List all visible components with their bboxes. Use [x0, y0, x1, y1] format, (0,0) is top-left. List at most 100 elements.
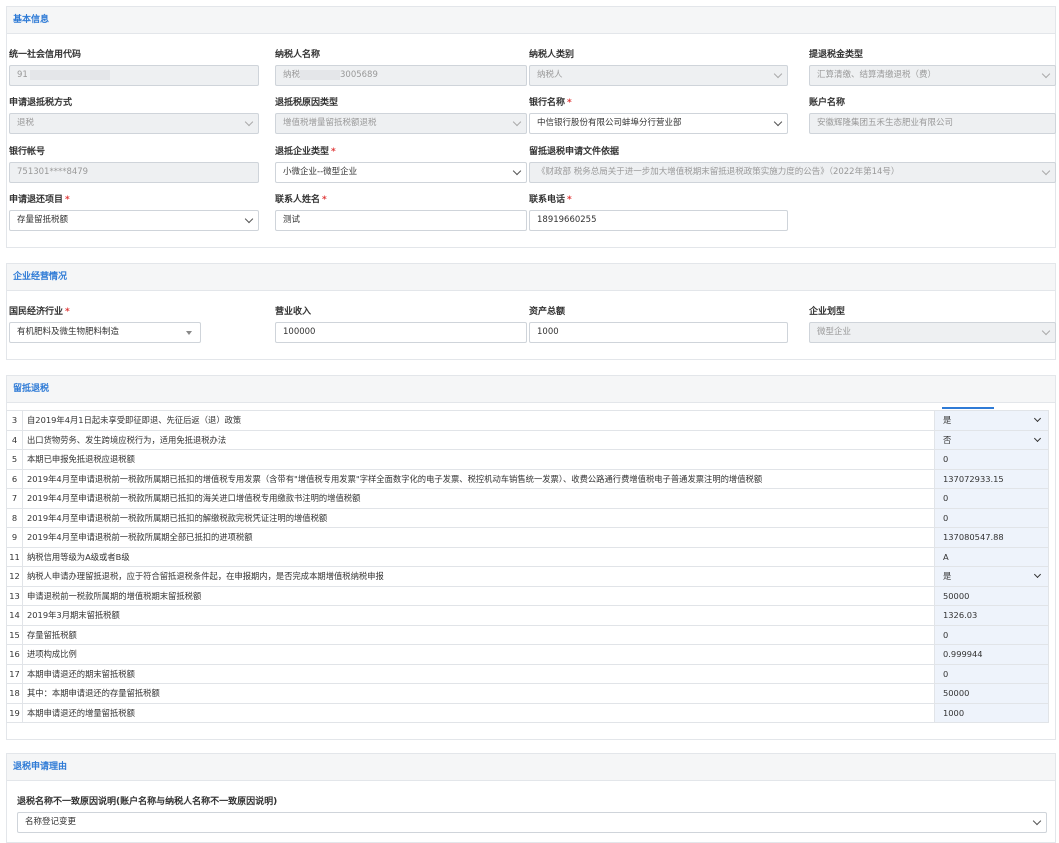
taxpayer-type-label: 纳税人类别 — [529, 50, 575, 60]
row-value-text: 0 — [943, 454, 949, 465]
bank-name-select[interactable]: 中信银行股份有限公司蚌埠分行营业部 — [529, 113, 788, 134]
contact-name-input[interactable]: 测试 — [275, 210, 527, 231]
business-panel: 企业经营情况 国民经济行业 * 有机肥料及微生物肥料制造 营业收入 100000 … — [6, 263, 1056, 360]
revenue-field: 营业收入 100000 — [275, 306, 527, 343]
row-value: A — [934, 546, 1049, 567]
row-number: 4 — [6, 429, 23, 450]
table-row: 7 2019年4月至申请退税前一税款所属期已抵扣的海关进口增值税专用缴款书注明的增… — [6, 488, 1049, 509]
assets-input[interactable]: 1000 — [529, 322, 788, 343]
row-value: 50000 — [934, 585, 1049, 606]
taxpayer-name-label: 纳税人名称 — [275, 50, 321, 60]
row-value-text: 1000 — [943, 707, 965, 718]
business-title: 企业经营情况 — [7, 264, 1055, 291]
basic-info-title: 基本信息 — [7, 7, 1055, 34]
reason-type-label: 退抵税原因类型 — [275, 98, 339, 108]
credit-code-label: 统一社会信用代码 — [9, 50, 82, 60]
reason-title: 退税申请理由 — [7, 754, 1055, 781]
bank-name-label: 银行名称 * — [529, 98, 572, 108]
assets-label: 资产总额 — [529, 307, 566, 317]
table-row: 5 本期已申报免抵退税应退税额 0 — [6, 449, 1049, 470]
industry-select[interactable]: 有机肥料及微生物肥料制造 — [9, 322, 201, 343]
refund-type-select: 汇算清缴、结算清缴退税（费） — [809, 65, 1056, 86]
row-number: 17 — [6, 663, 23, 684]
revenue-label: 营业收入 — [275, 307, 312, 317]
reason-select[interactable]: 名称登记变更 — [17, 812, 1047, 833]
industry-field: 国民经济行业 * 有机肥料及微生物肥料制造 — [9, 306, 201, 343]
row-value-text: 137072933.15 — [943, 473, 1004, 484]
contact-name-label: 联系人姓名 * — [275, 195, 327, 205]
phone-field: 联系电话 * 18919660255 — [529, 194, 788, 231]
taxpayer-type-select: 纳税人 — [529, 65, 788, 86]
row-value: 137072933.15 — [934, 468, 1049, 489]
chevron-down-icon — [1033, 434, 1042, 442]
chevron-down-icon — [512, 166, 522, 176]
refund-item-select[interactable]: 存量留抵税额 — [9, 210, 259, 231]
chevron-down-icon — [1041, 69, 1051, 79]
row-value: 50000 — [934, 683, 1049, 704]
row-number: 9 — [6, 527, 23, 548]
redacted-block — [29, 69, 110, 80]
row-value: 0.999944 — [934, 644, 1049, 665]
table-row: 19 本期申请退还的增量留抵税额 1000 — [6, 702, 1049, 723]
assets-field: 资产总额 1000 — [529, 306, 788, 343]
row-value: 137080547.88 — [934, 527, 1049, 548]
revenue-input[interactable]: 100000 — [275, 322, 527, 343]
row-description: 2019年4月至申请退税前一税款所属期已抵扣的海关进口增值税专用缴款书注明的增值… — [22, 488, 935, 509]
row-value-select[interactable]: 否 — [934, 429, 1049, 450]
row-value-text: 0 — [943, 668, 949, 679]
reason-type-field: 退抵税原因类型 增值税增量留抵税额退税 — [275, 97, 527, 134]
required-mark: * — [567, 98, 572, 108]
bank-name-field: 银行名称 * 中信银行股份有限公司蚌埠分行营业部 — [529, 97, 788, 134]
row-number: 8 — [6, 507, 23, 528]
row-number: 5 — [6, 449, 23, 470]
row-number: 15 — [6, 624, 23, 645]
required-mark: * — [65, 195, 70, 205]
taxpayer-name-input: 纳税 3005689 — [275, 65, 527, 86]
chevron-down-icon — [1032, 816, 1042, 826]
row-description: 本期申请退还的增量留抵税额 — [22, 702, 935, 723]
chevron-down-icon — [773, 69, 783, 79]
row-value-text: 0 — [943, 512, 949, 523]
enterprise-type-select[interactable]: 小微企业--微型企业 — [275, 162, 527, 183]
row-description: 进项构成比例 — [22, 644, 935, 665]
row-description: 其中：本期申请退还的存量留抵税额 — [22, 683, 935, 704]
enterprise-type-field: 退抵企业类型 * 小微企业--微型企业 — [275, 146, 527, 183]
row-value-text: 是 — [943, 571, 952, 582]
chevron-down-icon — [1041, 326, 1051, 336]
credit-code-input: 91 — [9, 65, 259, 86]
row-value: 0 — [934, 624, 1049, 645]
row-number: 3 — [6, 410, 23, 431]
basis-field: 留抵退税申请文件依据 《财政部 税务总局关于进一步加大增值税期末留抵退税政策实施… — [529, 146, 1056, 183]
row-number: 6 — [6, 468, 23, 489]
taxpayer-type-field: 纳税人类别 纳税人 — [529, 49, 788, 86]
account-name-field: 账户名称 安徽辉隆集团五禾生态肥业有限公司 — [809, 97, 1056, 134]
row-description: 2019年4月至申请退税前一税款所属期已抵扣的解缴税款完税凭证注明的增值税额 — [22, 507, 935, 528]
credit-code-field: 统一社会信用代码 91 — [9, 49, 259, 86]
row-description: 自2019年4月1日起未享受即征即退、先征后返（退）政策 — [22, 410, 935, 431]
row-value-select[interactable]: 是 — [934, 566, 1049, 587]
row-number: 14 — [6, 605, 23, 626]
row-value-text: 50000 — [943, 688, 970, 699]
enterprise-type-label: 退抵企业类型 * — [275, 147, 336, 157]
industry-label: 国民经济行业 * — [9, 307, 70, 317]
apply-method-select: 退税 — [9, 113, 259, 134]
row-number: 7 — [6, 488, 23, 509]
reason-field: 退税名称不一致原因说明(账户名称与纳税人名称不一致原因说明) 名称登记变更 — [17, 796, 1047, 833]
row-number: 16 — [6, 644, 23, 665]
redacted-block — [300, 69, 341, 80]
table-row: 4 出口货物劳务、发生跨境应税行为，适用免抵退税办法否 — [6, 429, 1049, 450]
table-row: 15 存量留抵税额 0 — [6, 624, 1049, 645]
basis-select: 《财政部 税务总局关于进一步加大增值税期末留抵退税政策实施力度的公告》（2022… — [529, 162, 1056, 183]
row-value: 0 — [934, 488, 1049, 509]
row-value-select[interactable]: 是 — [934, 410, 1049, 431]
refund-item-field: 申请退还项目 * 存量留抵税额 — [9, 194, 259, 231]
row-number: 12 — [6, 566, 23, 587]
row-description: 2019年3月期末留抵税额 — [22, 605, 935, 626]
taxpayer-name-field: 纳税人名称 纳税 3005689 — [275, 49, 527, 86]
phone-input[interactable]: 18919660255 — [529, 210, 788, 231]
apply-method-label: 申请退抵税方式 — [9, 98, 73, 108]
row-value: 1000 — [934, 702, 1049, 723]
required-mark: * — [322, 195, 327, 205]
row-description: 纳税信用等级为A级或者B级 — [22, 546, 935, 567]
phone-label: 联系电话 * — [529, 195, 572, 205]
